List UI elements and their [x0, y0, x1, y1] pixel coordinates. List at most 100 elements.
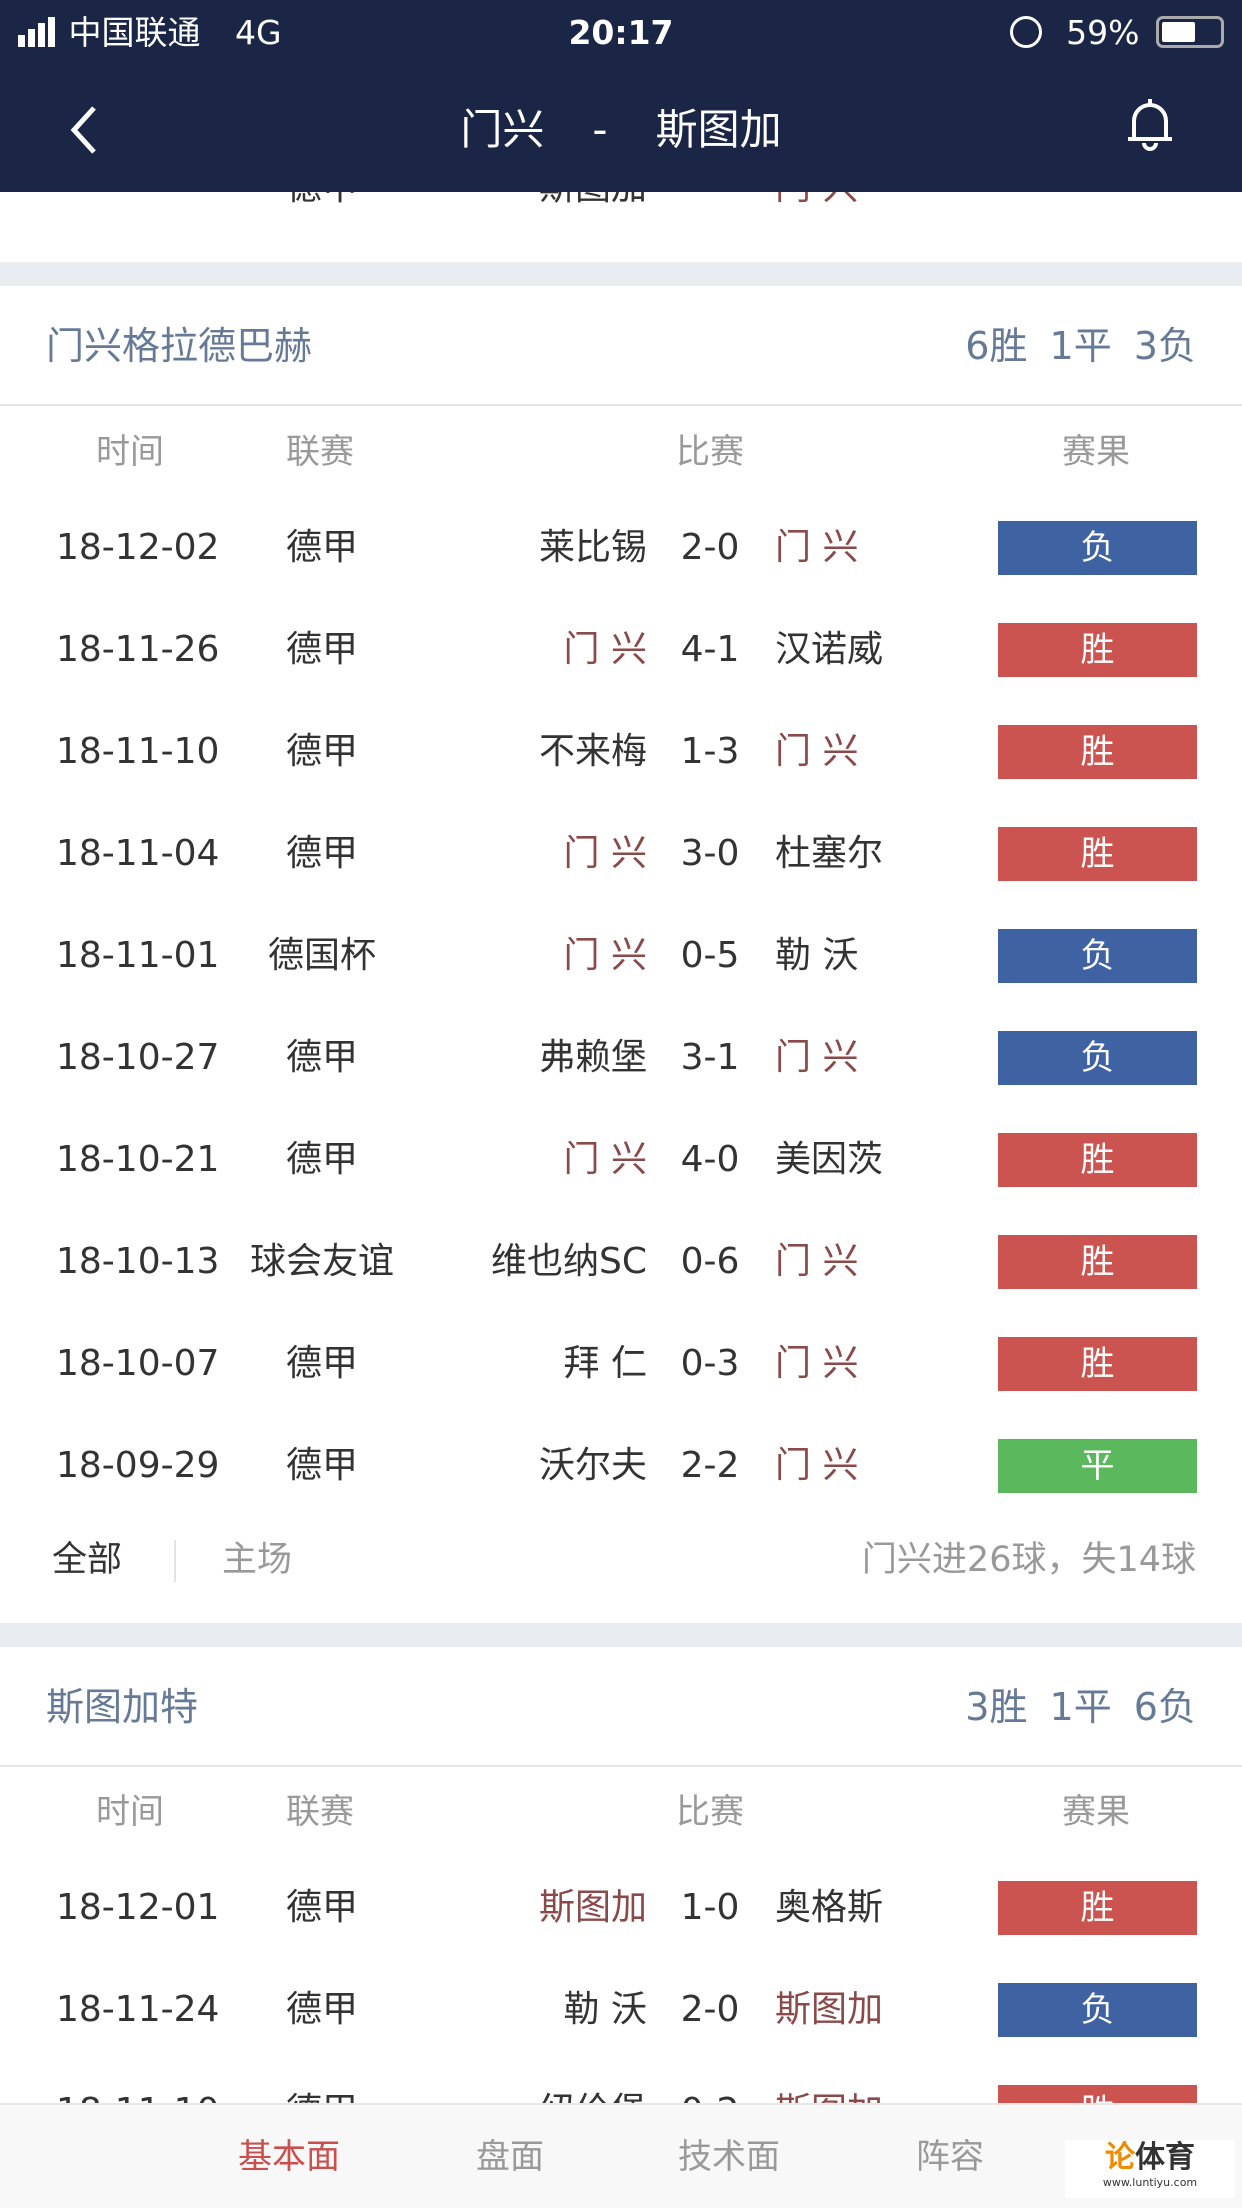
team1-record: 6胜 1平 3负 — [965, 324, 1196, 368]
team2-name: 斯图加特 — [46, 1685, 199, 1729]
league: 德甲 — [285, 731, 358, 772]
away-team: 门 兴 — [775, 527, 859, 568]
col-time: 时间 — [96, 432, 164, 472]
table-row[interactable]: 18-10-07 德甲 拜 仁 0-3 门 兴 胜 — [0, 1313, 1242, 1415]
home-team: 斯图加 — [538, 1887, 647, 1928]
battery-icon — [1156, 16, 1224, 48]
section-divider — [0, 262, 1242, 286]
table-row[interactable]: 18-11-10 德甲 不来梅 1-3 门 兴 胜 — [0, 701, 1242, 803]
table-row[interactable]: 18-11-26 德甲 门 兴 4-1 汉诺威 胜 — [0, 599, 1242, 701]
home-team: 门 兴 — [563, 629, 647, 670]
team1-column-headers: 时间 联赛 比赛 赛果 — [0, 422, 1242, 482]
goals-summary: 门兴进26球，失14球 — [861, 1540, 1196, 1580]
result-badge: 胜 — [998, 1235, 1197, 1289]
page-title: 门兴 - 斯图加 — [0, 95, 1242, 165]
match-date: 18-10-27 — [56, 1037, 220, 1078]
away-team-title: 斯图加 — [655, 105, 782, 154]
result-badge: 负 — [998, 521, 1197, 575]
col-league: 联赛 — [286, 1792, 354, 1832]
filter-all[interactable]: 全部 — [52, 1525, 122, 1595]
tab-lineup[interactable]: 阵容 — [916, 2105, 984, 2210]
team2-header: 斯图加特 3胜 1平 6负 — [0, 1647, 1242, 1767]
match-date: 18-11-26 — [56, 629, 220, 670]
filter-divider — [174, 1540, 176, 1582]
tab-odds[interactable]: 盘面 — [476, 2105, 544, 2210]
battery-percent: 59% — [1066, 13, 1140, 52]
score: 3-1 — [680, 1037, 740, 1078]
league: 德甲 — [285, 1343, 358, 1384]
match-date: 18-11-04 — [56, 833, 220, 874]
result-badge: 负 — [998, 929, 1197, 983]
tab-technical[interactable]: 技术面 — [678, 2105, 780, 2210]
match-date: 18-10-07 — [56, 1343, 220, 1384]
away-team: 门 兴 — [775, 731, 859, 772]
result-badge: 胜 — [998, 623, 1197, 677]
home-team: 沃尔夫 — [538, 1445, 647, 1486]
match-date: 18-11-01 — [56, 935, 220, 976]
score: 0-5 — [680, 935, 740, 976]
result-badge: 胜 — [998, 725, 1197, 779]
league: 德国杯 — [267, 935, 376, 976]
home-team: 门 兴 — [563, 833, 647, 874]
filter-home[interactable]: 主场 — [222, 1525, 292, 1595]
result-badge: 负 — [998, 1983, 1197, 2037]
tab-basics[interactable]: 基本面 — [238, 2105, 340, 2210]
col-result: 赛果 — [1062, 1792, 1130, 1832]
result-badge: 负 — [998, 1031, 1197, 1085]
team2-record: 3胜 1平 6负 — [965, 1685, 1196, 1729]
result-badge: 胜 — [998, 1133, 1197, 1187]
score: 2-0 — [680, 527, 740, 568]
col-league: 联赛 — [286, 432, 354, 472]
away-team: 汉诺威 — [775, 629, 884, 670]
home-team: 勒 沃 — [563, 1989, 647, 2030]
home-team-title: 门兴 — [460, 105, 545, 154]
home-team: 莱比锡 — [538, 527, 647, 568]
home-team: 弗赖堡 — [538, 1037, 647, 1078]
match-date: 18-11-24 — [56, 1989, 220, 2030]
home-team: 门 兴 — [563, 1139, 647, 1180]
away-team: 门 兴 — [775, 1445, 859, 1486]
league: 德甲 — [285, 527, 358, 568]
away-team: 勒 沃 — [775, 935, 859, 976]
bell-icon[interactable] — [1120, 95, 1180, 155]
score: 3-0 — [680, 833, 740, 874]
league: 德甲 — [285, 1139, 358, 1180]
col-time: 时间 — [96, 1792, 164, 1832]
table-row[interactable]: 18-12-02 德甲 莱比锡 2-0 门 兴 负 — [0, 497, 1242, 599]
table-row[interactable]: 18-11-01 德国杯 门 兴 0-5 勒 沃 负 — [0, 905, 1242, 1007]
away-team: 斯图加 — [775, 1989, 884, 2030]
table-row[interactable]: 18-11-24 德甲 勒 沃 2-0 斯图加 负 — [0, 1959, 1242, 2061]
result-badge: 胜 — [998, 827, 1197, 881]
team1-header: 门兴格拉德巴赫 6胜 1平 3负 — [0, 286, 1242, 406]
home-team: 不来梅 — [538, 731, 647, 772]
league: 德甲 — [285, 833, 358, 874]
battery-area: 59% — [1009, 8, 1224, 58]
score: 2-2 — [680, 1445, 740, 1486]
top-bar: 中国联通 4G 20:17 59% 门兴 - 斯图加 — [0, 0, 1242, 192]
home-team: 门 兴 — [563, 935, 647, 976]
result-badge: 平 — [998, 1439, 1197, 1493]
team2-column-headers: 时间 联赛 比赛 赛果 — [0, 1782, 1242, 1842]
table-row[interactable]: 18-10-21 德甲 门 兴 4-0 美因茨 胜 — [0, 1109, 1242, 1211]
table-row[interactable]: 18-10-27 德甲 弗赖堡 3-1 门 兴 负 — [0, 1007, 1242, 1109]
result-badge: 胜 — [998, 1337, 1197, 1391]
col-result: 赛果 — [1062, 432, 1130, 472]
bottom-tab-bar: 基本面 盘面 技术面 阵容 — [0, 2103, 1242, 2208]
score: 2-0 — [680, 1989, 740, 2030]
result-badge: 胜 — [998, 1881, 1197, 1935]
score: 4-0 — [680, 1139, 740, 1180]
table-row[interactable]: 18-09-29 德甲 沃尔夫 2-2 门 兴 平 — [0, 1415, 1242, 1517]
league: 球会友谊 — [249, 1241, 394, 1282]
score: 0-3 — [680, 1343, 740, 1384]
section-divider — [0, 1623, 1242, 1647]
league: 德甲 — [285, 1989, 358, 2030]
away-team: 门 兴 — [775, 1037, 859, 1078]
match-date: 18-12-02 — [56, 527, 220, 568]
away-team: 奥格斯 — [775, 1887, 884, 1928]
match-date: 18-09-29 — [56, 1445, 220, 1486]
col-match: 比赛 — [676, 432, 744, 472]
table-row[interactable]: 18-10-13 球会友谊 维也纳SC 0-6 门 兴 胜 — [0, 1211, 1242, 1313]
table-row[interactable]: 18-12-01 德甲 斯图加 1-0 奥格斯 胜 — [0, 1857, 1242, 1959]
table-row[interactable]: 18-11-04 德甲 门 兴 3-0 杜塞尔 胜 — [0, 803, 1242, 905]
team1-footer: 全部 主场 门兴进26球，失14球 — [0, 1525, 1242, 1595]
